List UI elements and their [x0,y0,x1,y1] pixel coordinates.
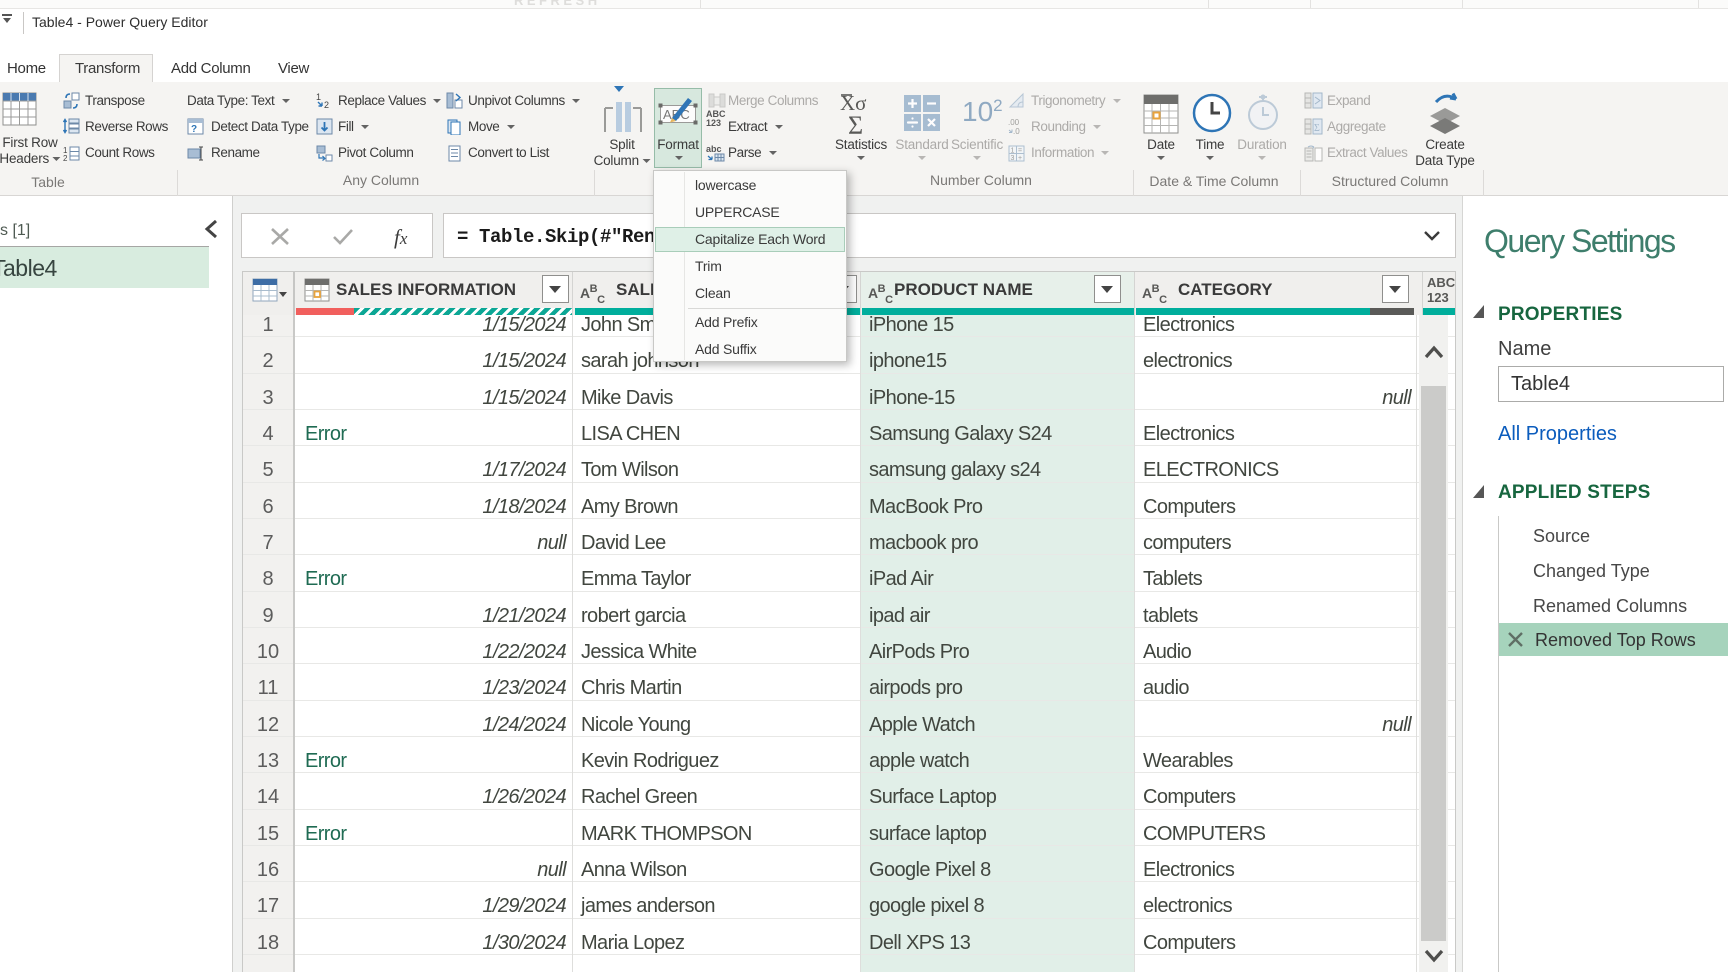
svg-text:2: 2 [324,100,329,109]
svg-text:3: 3 [1011,155,1015,162]
svg-text:1: 1 [1011,148,1015,155]
svg-text:2: 2 [63,154,68,162]
svg-text:=: = [1018,148,1022,155]
svg-text:abc: abc [706,145,722,154]
svg-text:.00: .00 [1008,118,1020,127]
svg-text:.0: .0 [1013,127,1020,135]
svg-text:1: 1 [316,92,321,102]
svg-text:Σ: Σ [1314,123,1320,134]
svg-text:+: + [1018,155,1022,162]
svg-text:Σ: Σ [848,111,863,138]
svg-text:?: ? [191,124,197,135]
